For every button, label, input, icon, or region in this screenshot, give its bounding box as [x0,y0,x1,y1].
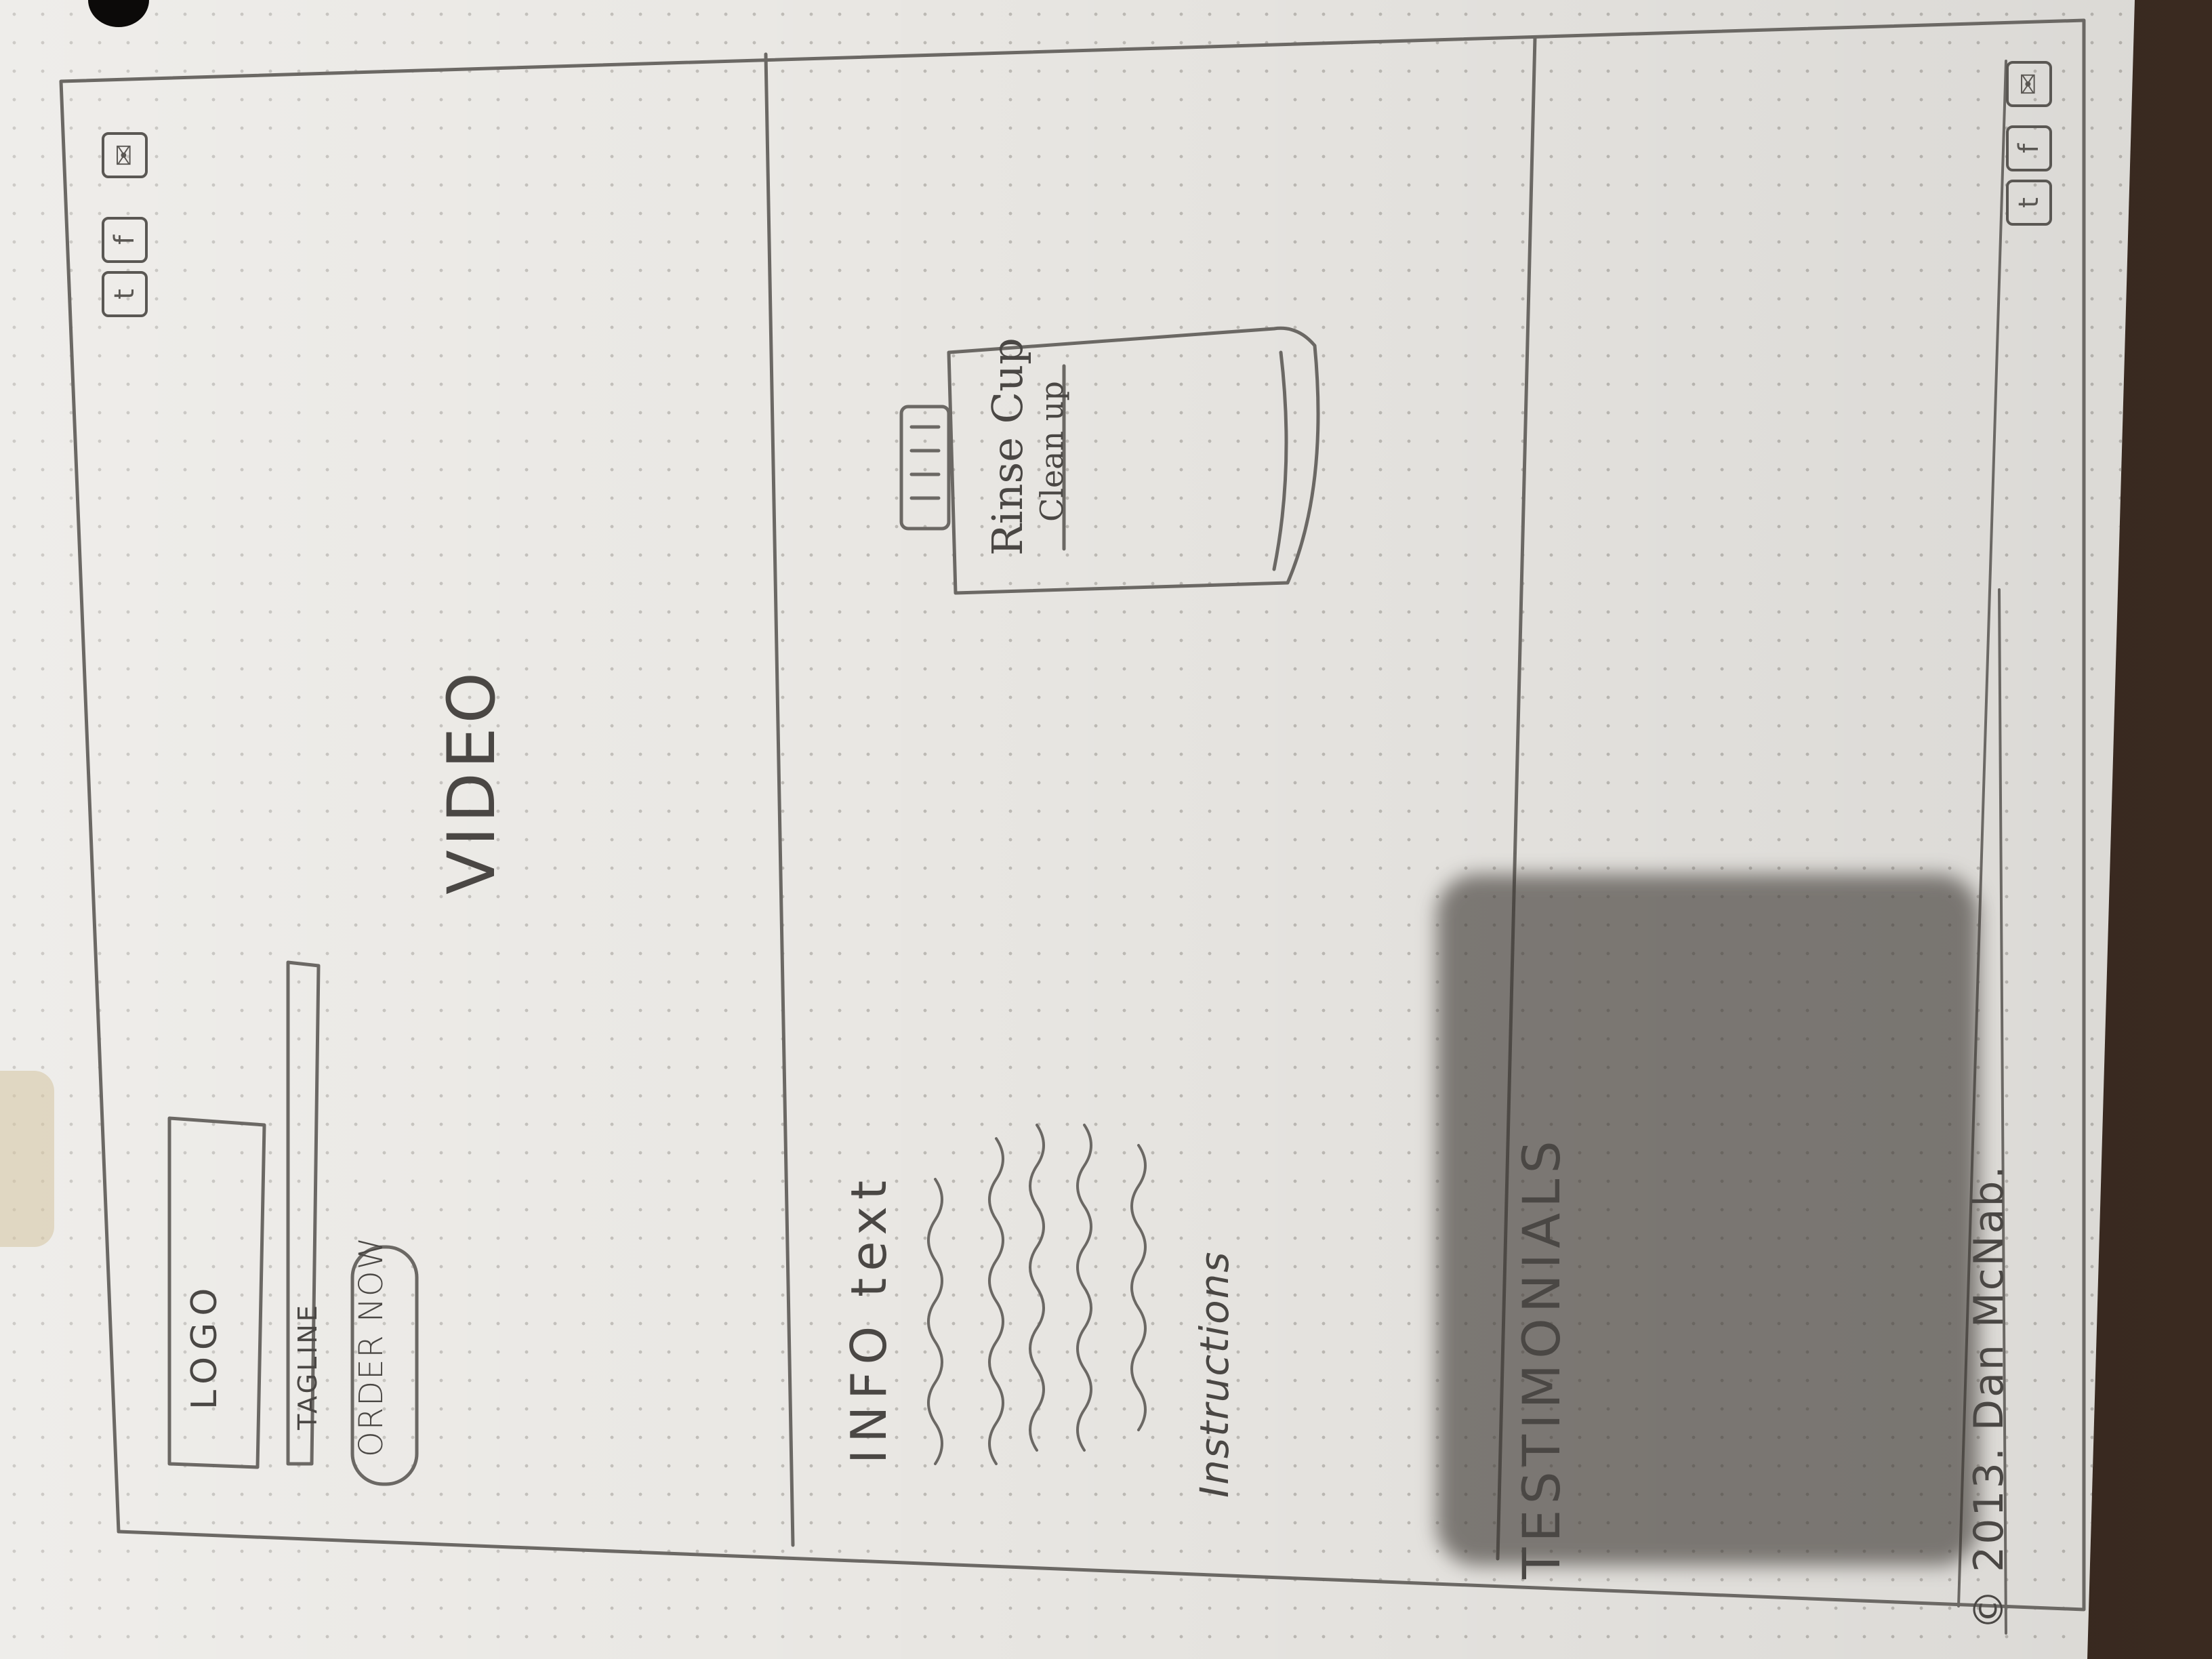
info-squiggle-4 [1076,1124,1092,1452]
cup-handle-lines [909,425,941,500]
divider-header [764,52,795,1547]
twitter-icon[interactable]: t [102,271,148,317]
info-squiggle-3 [1029,1124,1045,1452]
tagline-placeholder: TAGLINE [293,1303,323,1430]
product-sublabel: Clean up [1033,381,1070,522]
cup-inner-curve [1272,350,1288,571]
instructions-label: Instructions [1191,1250,1237,1498]
cup-handle [899,405,951,531]
info-squiggle-1 [927,1178,943,1465]
facebook-icon[interactable]: f [2006,125,2052,171]
email-icon[interactable]: ✉ [2006,61,2052,107]
product-label: Rinse Cup [983,337,1032,556]
copyright-text: © 2013. Dan McNab. [1965,1164,2013,1630]
email-icon[interactable]: ✉ [102,132,148,178]
testimonials-title: TESTIMONIALS [1511,1135,1572,1579]
info-squiggle-2 [988,1137,1004,1465]
info-squiggle-5 [1130,1144,1147,1431]
logo-placeholder: LOGO [184,1281,225,1410]
facebook-icon[interactable]: f [102,217,148,263]
twitter-icon[interactable]: t [2006,180,2052,226]
video-placeholder[interactable]: VIDEO [434,668,510,895]
info-title: INFO text [840,1173,897,1464]
order-now-button[interactable]: ORDER NOW [352,1236,390,1457]
